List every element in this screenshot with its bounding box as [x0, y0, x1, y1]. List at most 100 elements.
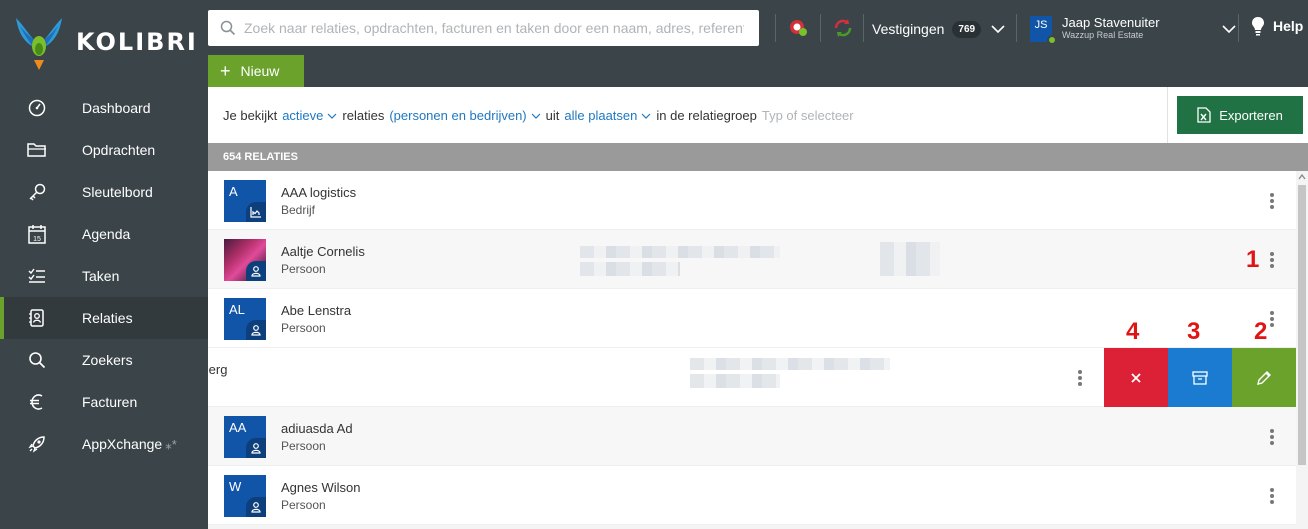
dashboard-icon — [27, 98, 47, 118]
sidebar-item-dashboard[interactable]: Dashboard — [0, 87, 208, 129]
divider — [820, 14, 821, 42]
plus-icon: + — [220, 61, 231, 81]
avatar-initials: A — [229, 184, 238, 199]
relations-list: A AAA logistics Bedrijf Aaltje Cornelis … — [208, 171, 1296, 529]
filter-text: Je bekijkt — [223, 108, 278, 123]
export-area: Exporteren — [1167, 87, 1308, 143]
filter-text: uit — [545, 108, 560, 123]
excel-icon — [1197, 107, 1211, 123]
sync-icon[interactable] — [832, 17, 854, 39]
relation-type: Bedrijf — [281, 203, 316, 217]
online-status-icon — [1047, 35, 1057, 45]
scroll-up-icon[interactable] — [1298, 173, 1306, 181]
scrollbar[interactable] — [1296, 171, 1308, 529]
person-icon — [246, 320, 266, 340]
sidebar-item-label: Sleutelbord — [82, 184, 153, 200]
euro-icon — [27, 392, 47, 412]
more-options-icon[interactable] — [1267, 427, 1277, 447]
sidebar-item-zoekers[interactable]: Zoekers — [0, 339, 208, 381]
user-info: Jaap Stavenuiter Wazzup Real Estate — [1062, 16, 1160, 41]
export-button[interactable]: Exporteren — [1177, 96, 1303, 134]
user-menu[interactable]: JS Jaap Stavenuiter Wazzup Real Estate — [1030, 14, 1236, 45]
sidebar-item-label: Agenda — [82, 226, 131, 242]
divider — [1238, 14, 1239, 42]
list-item[interactable]: A AAA logistics Bedrijf — [208, 171, 1296, 230]
contacts-icon — [27, 308, 47, 328]
user-initials: JS — [1034, 19, 1048, 31]
svg-text:15: 15 — [33, 236, 41, 243]
chevron-down-icon — [531, 113, 541, 119]
avatar-initials: AA — [229, 420, 247, 435]
relation-group-input[interactable]: Typ of selecteer — [762, 108, 854, 123]
sidebar-item-sleutelbord[interactable]: Sleutelbord — [0, 171, 208, 213]
relation-name: Agnes Wilson — [281, 480, 361, 495]
swipe-actions — [1104, 348, 1296, 407]
search-input[interactable] — [244, 20, 744, 36]
vestigingen-dropdown[interactable]: Vestigingen 769 — [872, 17, 1005, 41]
vestigingen-label: Vestigingen — [872, 21, 945, 37]
annotation-marker-3: 3 — [1187, 318, 1201, 345]
more-options-icon[interactable] — [1075, 368, 1085, 388]
help-button[interactable]: Help — [1251, 16, 1303, 36]
lightbulb-icon — [1252, 17, 1264, 36]
filter-type-dropdown[interactable]: (personen en bedrijven) — [389, 108, 526, 123]
chevron-down-icon — [327, 113, 337, 119]
list-item[interactable]: Aaltje Cornelis Persoon — [208, 230, 1296, 289]
new-button[interactable]: + Nieuw — [208, 55, 304, 87]
sidebar-item-agenda[interactable]: 15 Agenda — [0, 213, 208, 255]
relation-type: Persoon — [281, 262, 326, 276]
vestigingen-count-badge: 769 — [952, 20, 982, 38]
chevron-down-icon — [991, 25, 1005, 34]
sidebar-item-taken[interactable]: Taken — [0, 255, 208, 297]
filter-bar: Je bekijkt actieve relaties (personen en… — [208, 87, 1308, 143]
delete-button[interactable] — [1104, 348, 1168, 407]
new-button-label: Nieuw — [240, 63, 280, 79]
filter-sentence: Je bekijkt actieve relaties (personen en… — [223, 108, 854, 123]
sidebar-item-label: AppXchange ⁎* — [82, 436, 177, 453]
edit-button[interactable] — [1232, 348, 1296, 407]
app-name: KOLIBRI — [76, 28, 198, 56]
filter-status-dropdown[interactable]: actieve — [282, 108, 323, 123]
user-avatar: JS — [1030, 16, 1057, 45]
more-options-icon[interactable] — [1267, 486, 1277, 506]
list-item[interactable]: AA adiuasda Ad Persoon — [208, 407, 1296, 466]
divider — [863, 14, 864, 42]
avatar: A — [224, 180, 266, 222]
scrollbar-thumb[interactable] — [1298, 185, 1306, 465]
relation-name: AAA logistics — [281, 185, 357, 200]
relation-name: Berg — [208, 362, 228, 377]
sidebar-item-label: Taken — [82, 268, 120, 284]
logo[interactable]: KOLIBRI — [14, 16, 196, 72]
sidebar-item-label: Opdrachten — [82, 142, 156, 158]
relation-name: adiuasda Ad — [281, 421, 353, 436]
annotation-marker-1: 1 — [1246, 246, 1260, 273]
topbar: Vestigingen 769 JS Jaap Stavenuiter Wazz… — [208, 0, 1308, 87]
kolibri-logo-icon — [14, 16, 64, 72]
folder-icon — [27, 140, 47, 160]
sidebar-item-appxchange[interactable]: AppXchange ⁎* — [0, 423, 208, 465]
list-item[interactable]: W Agnes Wilson Persoon — [208, 466, 1296, 525]
sidebar-item-label: Dashboard — [82, 100, 151, 116]
more-options-icon[interactable] — [1267, 309, 1277, 329]
relations-count: 654 RELATIES — [208, 143, 1308, 171]
sidebar-item-opdrachten[interactable]: Opdrachten — [0, 129, 208, 171]
filter-place-dropdown[interactable]: alle plaatsen — [564, 108, 637, 123]
divider — [1016, 14, 1017, 42]
sidebar-item-label: Facturen — [82, 394, 138, 410]
sidebar-item-relaties[interactable]: Relaties — [0, 297, 208, 339]
relation-name: Abe Lenstra — [281, 303, 352, 318]
filter-text: relaties — [342, 108, 385, 123]
sidebar-nav: Dashboard Opdrachten Sleutelbord 15 Agen… — [0, 87, 208, 465]
more-options-icon[interactable] — [1267, 250, 1277, 270]
list-item-swiped[interactable]: Berg — [208, 348, 1296, 407]
sparkle-icon: ⁎* — [165, 436, 177, 452]
redacted-text — [580, 246, 780, 258]
chevron-down-icon — [641, 113, 651, 119]
redacted-text — [690, 374, 780, 388]
redacted-text — [880, 242, 940, 276]
notifications-icon[interactable] — [787, 17, 809, 39]
sidebar-item-facturen[interactable]: Facturen — [0, 381, 208, 423]
more-options-icon[interactable] — [1267, 191, 1277, 211]
archive-button[interactable] — [1168, 348, 1232, 407]
person-icon — [246, 261, 266, 281]
